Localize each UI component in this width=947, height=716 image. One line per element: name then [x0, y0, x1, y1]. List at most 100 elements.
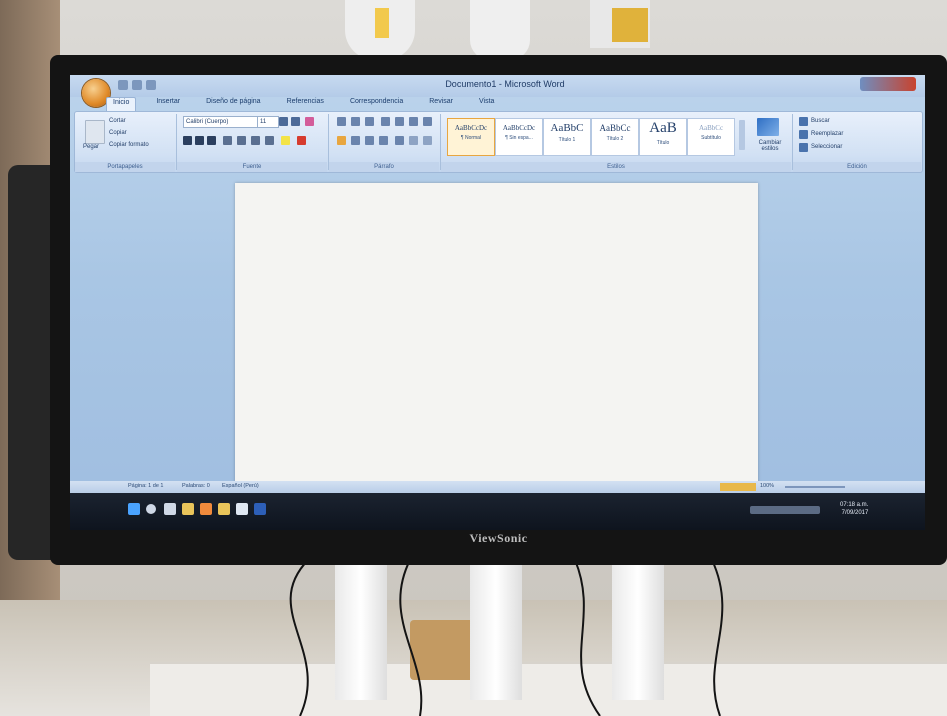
style-no-spacing[interactable]: AaBbCcDc ¶ Sin espa... — [495, 118, 543, 156]
search-icon[interactable] — [146, 504, 156, 514]
redo-icon[interactable] — [146, 80, 156, 90]
tab-diseno-de-pagina[interactable]: Diseño de página — [200, 97, 267, 111]
document-page[interactable] — [235, 183, 758, 503]
bold-icon[interactable] — [183, 136, 192, 145]
grow-font-icon[interactable] — [279, 117, 288, 126]
undo-icon[interactable] — [132, 80, 142, 90]
align-center-icon[interactable] — [351, 136, 360, 145]
strikethrough-icon[interactable] — [223, 136, 232, 145]
font-group-label: Fuente — [177, 162, 327, 172]
word-count: Palabras: 0 — [182, 483, 210, 489]
window-title: Documento1 - Microsoft Word — [445, 79, 565, 89]
folder-icon[interactable] — [218, 503, 230, 515]
style-preview: AaBbCc — [698, 124, 724, 132]
format-painter-button[interactable]: Copiar formato — [109, 142, 149, 148]
subscript-icon[interactable] — [237, 136, 246, 145]
superscript-icon[interactable] — [251, 136, 260, 145]
tab-insertar[interactable]: Insertar — [150, 97, 186, 111]
style-preview: AaBbCcDc — [454, 124, 488, 132]
style-name: Título 2 — [606, 136, 624, 142]
style-name: Subtítulo — [701, 135, 721, 141]
find-button[interactable]: Buscar — [811, 118, 830, 124]
tab-revisar[interactable]: Revisar — [423, 97, 459, 111]
align-left-icon[interactable] — [337, 136, 346, 145]
tab-referencias[interactable]: Referencias — [281, 97, 330, 111]
monitor-screen: Documento1 - Microsoft Word Inicio Inser… — [70, 75, 925, 530]
ribbon-tabs: Inicio Insertar Diseño de página Referen… — [106, 97, 500, 111]
style-title[interactable]: AaB Título — [639, 118, 687, 156]
zoom-slider[interactable] — [785, 486, 845, 488]
ribbon: Pegar Cortar Copiar Copiar formato Porta… — [74, 111, 923, 173]
style-preview: AaB — [649, 120, 677, 136]
clock[interactable]: 07:18 a.m. 7/09/2017 — [840, 501, 868, 517]
change-styles-button[interactable]: Cambiar estilos — [751, 140, 789, 152]
style-subtitle[interactable]: AaBbCc Subtítulo — [687, 118, 735, 156]
language-indicator[interactable]: Español (Perú) — [222, 483, 259, 489]
clock-date: 7/09/2017 — [841, 510, 869, 516]
paste-icon[interactable] — [85, 120, 105, 144]
style-normal[interactable]: AaBbCcDc ¶ Normal — [447, 118, 495, 156]
change-case-icon[interactable] — [265, 136, 274, 145]
bullets-icon[interactable] — [337, 117, 346, 126]
multilevel-list-icon[interactable] — [365, 117, 374, 126]
find-icon[interactable] — [799, 117, 808, 126]
photo-scene: ViewSonic Documento1 - Microsoft Word In… — [0, 0, 947, 716]
document-icon[interactable] — [236, 503, 248, 515]
style-name: Título 1 — [558, 137, 576, 143]
window-controls[interactable] — [860, 77, 916, 91]
tray-icons[interactable] — [750, 506, 820, 514]
tab-correspondencia[interactable]: Correspondencia — [344, 97, 409, 111]
borders-icon[interactable] — [423, 136, 432, 145]
style-name: ¶ Normal — [460, 135, 482, 141]
style-heading-2[interactable]: AaBbCc Título 2 — [591, 118, 639, 156]
start-button-icon[interactable] — [128, 503, 140, 515]
styles-group-label: Estilos — [441, 162, 791, 172]
save-icon[interactable] — [118, 80, 128, 90]
app-icon[interactable] — [200, 503, 212, 515]
file-explorer-icon[interactable] — [182, 503, 194, 515]
highlight-icon[interactable] — [281, 136, 290, 145]
select-icon[interactable] — [799, 143, 808, 152]
style-preview: AaBbCc — [599, 123, 631, 133]
font-family-select[interactable]: Calibri (Cuerpo) — [183, 116, 259, 128]
align-right-icon[interactable] — [365, 136, 374, 145]
status-bar: Página: 1 de 1 Palabras: 0 Español (Perú… — [70, 481, 925, 493]
editing-group-label: Edición — [793, 162, 921, 172]
show-marks-icon[interactable] — [423, 117, 432, 126]
paste-button[interactable]: Pegar — [83, 144, 99, 150]
decrease-indent-icon[interactable] — [381, 117, 390, 126]
italic-icon[interactable] — [195, 136, 204, 145]
style-name: Título — [656, 140, 670, 146]
increase-indent-icon[interactable] — [395, 117, 404, 126]
style-preview: AaBbCcDc — [502, 124, 536, 132]
cut-button[interactable]: Cortar — [109, 118, 126, 124]
shading-icon[interactable] — [409, 136, 418, 145]
styles-scroll-icon[interactable] — [739, 120, 745, 150]
replace-icon[interactable] — [799, 130, 808, 139]
clear-format-icon[interactable] — [305, 117, 314, 126]
window-titlebar: Documento1 - Microsoft Word — [70, 75, 925, 97]
justify-icon[interactable] — [379, 136, 388, 145]
task-view-icon[interactable] — [164, 503, 176, 515]
copy-button[interactable]: Copiar — [109, 130, 127, 136]
shrink-font-icon[interactable] — [291, 117, 300, 126]
zoom-level[interactable]: 100% — [760, 483, 774, 489]
monitor-brand: ViewSonic — [469, 531, 528, 545]
view-buttons-icon[interactable] — [720, 483, 756, 491]
taskbar: 07:18 a.m. 7/09/2017 — [70, 493, 925, 530]
sort-icon[interactable] — [409, 117, 418, 126]
font-color-icon[interactable] — [297, 136, 306, 145]
numbering-icon[interactable] — [351, 117, 360, 126]
font-size-select[interactable]: 11 — [257, 116, 279, 128]
word-icon[interactable] — [254, 503, 266, 515]
page-count: Página: 1 de 1 — [128, 483, 164, 489]
style-heading-1[interactable]: AaBbC Título 1 — [543, 118, 591, 156]
select-button[interactable]: Seleccionar — [811, 144, 842, 150]
tab-inicio[interactable]: Inicio — [106, 97, 137, 111]
tab-vista[interactable]: Vista — [473, 97, 500, 111]
underline-icon[interactable] — [207, 136, 216, 145]
paragraph-group-label: Párrafo — [329, 162, 439, 172]
replace-button[interactable]: Reemplazar — [811, 131, 843, 137]
change-styles-icon[interactable] — [757, 118, 779, 136]
line-spacing-icon[interactable] — [395, 136, 404, 145]
